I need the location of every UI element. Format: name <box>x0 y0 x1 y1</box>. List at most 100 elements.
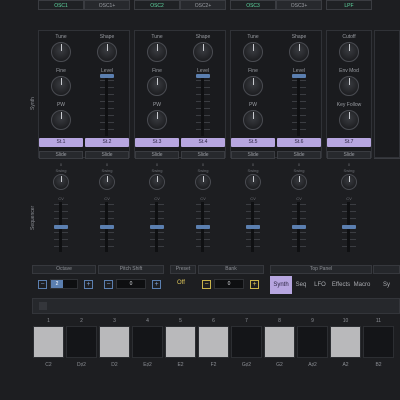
key-number: 4 <box>146 318 149 324</box>
knob-label: Tune <box>55 34 67 40</box>
level-fader[interactable] <box>100 74 114 78</box>
seq-cv-label: CV <box>200 196 206 201</box>
piano-key[interactable] <box>33 326 64 358</box>
piano-key[interactable] <box>231 326 262 358</box>
octave-value[interactable]: 2 <box>50 279 78 289</box>
nav-tab[interactable]: Synth <box>270 276 292 294</box>
nav-tab[interactable]: Effects <box>330 276 352 294</box>
slide-button[interactable]: Slide <box>39 151 83 159</box>
nav-tab[interactable]: LFO <box>311 276 329 294</box>
fader-track <box>201 78 204 136</box>
module-tab[interactable]: LPF <box>326 0 372 10</box>
module-tab[interactable]: OSC2+ <box>180 0 226 10</box>
level-fader[interactable] <box>292 74 306 78</box>
piano-key[interactable] <box>264 326 295 358</box>
bank-header: Bank <box>198 265 264 274</box>
sequencer-knob[interactable] <box>245 174 261 190</box>
knob-label: Fine <box>56 68 66 74</box>
shape-knob[interactable] <box>97 42 117 62</box>
knob-label: PW <box>248 102 258 108</box>
bank-value[interactable]: 0 <box>214 279 244 289</box>
module-tab[interactable]: OSC1 <box>38 0 84 10</box>
pitch-value[interactable]: 0 <box>116 279 146 289</box>
step-button[interactable]: St.6 <box>277 138 321 147</box>
slide-button[interactable]: Slide <box>85 151 129 159</box>
module-tab[interactable]: OSC3 <box>230 0 276 10</box>
nav-tab[interactable]: Macro <box>352 276 372 294</box>
sequencer-knob[interactable] <box>53 174 69 190</box>
step-button[interactable]: St.2 <box>85 138 129 147</box>
sequencer-knob[interactable] <box>291 174 307 190</box>
knob[interactable] <box>339 42 359 62</box>
piano-key[interactable] <box>297 326 328 358</box>
slide-button[interactable]: Slide <box>277 151 321 159</box>
slide-button[interactable]: Slide <box>181 151 225 159</box>
seq-sub-label: Swing <box>55 168 67 173</box>
piano-key[interactable] <box>363 326 394 358</box>
seq-fader[interactable] <box>292 225 306 229</box>
knob[interactable] <box>147 42 167 62</box>
piano-key[interactable] <box>165 326 196 358</box>
shape-knob[interactable] <box>193 42 213 62</box>
preset-value[interactable]: Off <box>177 280 185 286</box>
module-tab[interactable]: OSC3+ <box>276 0 322 10</box>
keyboard-scroll-thumb[interactable] <box>39 302 47 310</box>
slide-button[interactable]: Slide <box>231 151 275 159</box>
step-button[interactable]: St.1 <box>39 138 83 147</box>
shape-knob[interactable] <box>289 42 309 62</box>
knob[interactable] <box>243 76 263 96</box>
bank-minus-button[interactable]: − <box>202 280 211 289</box>
nav-tab[interactable]: Seq <box>293 276 309 294</box>
seq-fader[interactable] <box>246 225 260 229</box>
knob[interactable] <box>243 110 263 130</box>
octave-minus-button[interactable]: − <box>38 280 47 289</box>
fader-track <box>297 78 300 136</box>
octave-plus-button[interactable]: + <box>84 280 93 289</box>
level-fader[interactable] <box>196 74 210 78</box>
piano-key[interactable] <box>198 326 229 358</box>
module-tab[interactable]: OSC2 <box>134 0 180 10</box>
knob[interactable] <box>51 76 71 96</box>
knob[interactable] <box>147 76 167 96</box>
bank-plus-button[interactable]: + <box>250 280 259 289</box>
sequencer-knob[interactable] <box>341 174 357 190</box>
pitch-plus-button[interactable]: + <box>152 280 161 289</box>
seq-fader[interactable] <box>196 225 210 229</box>
seq-fader[interactable] <box>342 225 356 229</box>
knob[interactable] <box>339 110 359 130</box>
step-button[interactable]: St.4 <box>181 138 225 147</box>
keyboard-scroll-bar[interactable] <box>32 298 400 314</box>
sequencer-knob[interactable] <box>149 174 165 190</box>
sequencer-knob[interactable] <box>195 174 211 190</box>
piano-key[interactable] <box>132 326 163 358</box>
seq-top-label: 0 <box>155 162 159 167</box>
seq-top-label: 0 <box>59 162 63 167</box>
key-note-label: D♯2 <box>77 362 86 368</box>
knob-label: Shape <box>195 34 211 40</box>
step-button[interactable]: St.7 <box>327 138 371 147</box>
seq-fader[interactable] <box>100 225 114 229</box>
knob[interactable] <box>51 110 71 130</box>
slide-button[interactable]: Slide <box>327 151 371 159</box>
seq-fader[interactable] <box>54 225 68 229</box>
knob[interactable] <box>339 76 359 96</box>
sequencer-knob[interactable] <box>99 174 115 190</box>
piano-key[interactable] <box>66 326 97 358</box>
piano-key[interactable] <box>330 326 361 358</box>
piano-key[interactable] <box>99 326 130 358</box>
knob[interactable] <box>243 42 263 62</box>
knob[interactable] <box>51 42 71 62</box>
seq-cv-label: CV <box>346 196 352 201</box>
nav-tab[interactable]: Sy <box>373 276 400 294</box>
seq-fader[interactable] <box>150 225 164 229</box>
step-button[interactable]: St.5 <box>231 138 275 147</box>
knob[interactable] <box>147 110 167 130</box>
module-panel-edge <box>374 30 400 158</box>
pitch-minus-button[interactable]: − <box>104 280 113 289</box>
slide-button[interactable]: Slide <box>135 151 179 159</box>
step-button[interactable]: St.3 <box>135 138 179 147</box>
seq-cv-label: CV <box>58 196 64 201</box>
seq-sub-label: Swing <box>247 168 259 173</box>
module-tab[interactable]: OSC1+ <box>84 0 130 10</box>
key-note-label: D2 <box>111 362 118 368</box>
